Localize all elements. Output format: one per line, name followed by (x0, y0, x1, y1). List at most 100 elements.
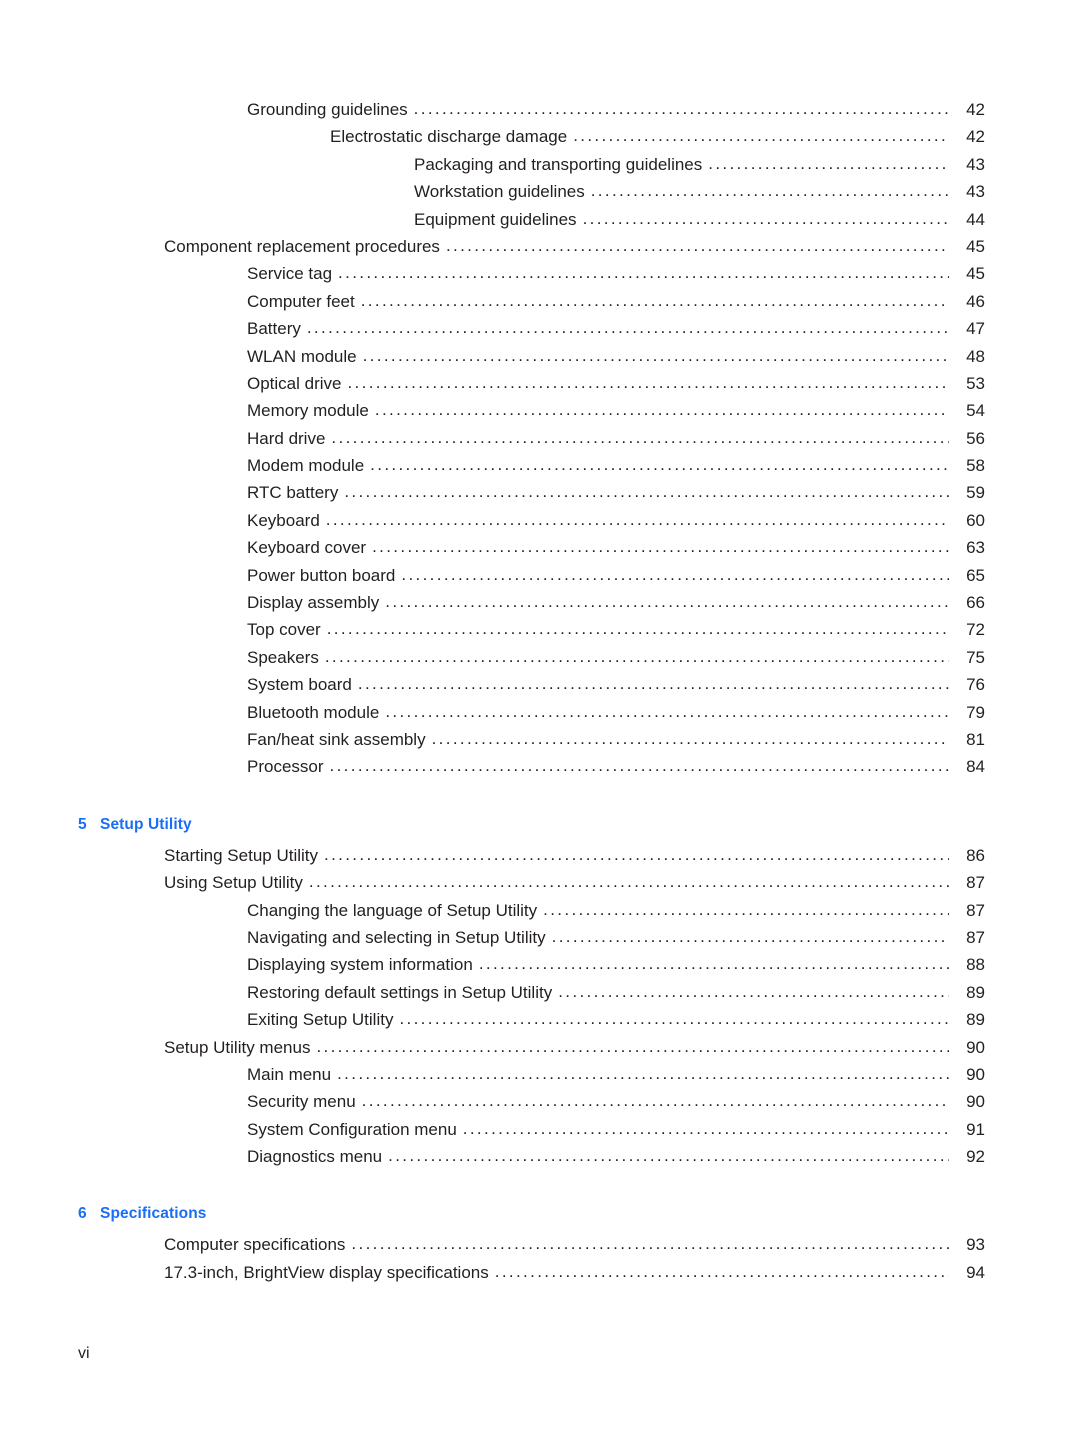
dot-leader: ........................................… (385, 592, 949, 612)
toc-entry[interactable]: Processor...............................… (0, 756, 1080, 784)
toc-entry-label: Equipment guidelines (414, 209, 577, 229)
toc-entry-label: Electrostatic discharge damage (330, 127, 568, 147)
toc-entry[interactable]: Diagnostics menu........................… (0, 1146, 1080, 1174)
toc-entry[interactable]: Bluetooth module........................… (0, 701, 1080, 730)
toc-entry[interactable]: Keyboard................................… (0, 509, 1080, 538)
toc-entry[interactable]: Navigating and selecting in Setup Utilit… (0, 927, 1080, 955)
dot-leader: ........................................… (431, 728, 949, 748)
toc-entry[interactable]: Modem module............................… (0, 455, 1080, 483)
dot-leader: ........................................… (338, 263, 949, 283)
toc-entry[interactable]: Power button board......................… (0, 565, 1080, 593)
toc-entry[interactable]: 17.3-inch, BrightView display specificat… (0, 1262, 1080, 1290)
toc-entry-label: Memory module (247, 401, 369, 421)
dot-leader: ........................................… (351, 1234, 949, 1254)
toc-entry-page-number: 84 (966, 757, 985, 777)
toc-entry-label: Processor (247, 757, 324, 777)
toc-entry-page-number: 48 (966, 346, 985, 366)
dot-leader: ........................................… (324, 646, 949, 666)
toc-entry[interactable]: Exiting Setup Utility...................… (0, 1009, 1080, 1037)
toc-entry[interactable]: Main menu...............................… (0, 1064, 1080, 1092)
dot-leader: ........................................… (590, 181, 949, 201)
toc-entry[interactable]: Memory module...........................… (0, 400, 1080, 428)
toc-entry-page-number: 92 (966, 1147, 985, 1167)
toc-entry[interactable]: Displaying system information...........… (0, 954, 1080, 982)
dot-leader: ........................................… (374, 400, 949, 420)
toc-entry-label: Changing the language of Setup Utility (247, 900, 538, 920)
toc-entry-label: Grounding guidelines (247, 100, 408, 119)
toc-entry-label: Power button board (247, 565, 396, 585)
dot-leader: ........................................… (326, 619, 949, 639)
toc-entry[interactable]: Electrostatic discharge damage..........… (0, 126, 1080, 154)
toc-entry-page-number: 43 (966, 182, 985, 202)
toc-entry-label: Workstation guidelines (414, 182, 585, 202)
toc-entry-page-number: 58 (966, 456, 985, 476)
toc-entry[interactable]: Grounding guidelines....................… (0, 99, 1080, 127)
toc-entry-page-number: 87 (966, 900, 985, 920)
toc-entry[interactable]: Speakers................................… (0, 646, 1080, 675)
dot-leader: ........................................… (478, 954, 949, 974)
toc-entry[interactable]: Battery.................................… (0, 318, 1080, 346)
dot-leader: ........................................… (361, 1091, 949, 1111)
toc-entry[interactable]: Top cover...............................… (0, 619, 1080, 647)
toc-entry[interactable]: Equipment guidelines....................… (0, 209, 1080, 237)
toc-entry[interactable]: Security menu...........................… (0, 1091, 1080, 1119)
chapter-heading[interactable]: 5 Setup Utility (0, 816, 1080, 844)
toc-entry-page-number: 63 (966, 538, 985, 558)
toc-page: Grounding guidelines....................… (0, 0, 1080, 1437)
toc-entry-label: WLAN module (247, 346, 357, 366)
dot-leader: ........................................… (372, 537, 949, 557)
toc-entry-page-number: 42 (966, 127, 985, 147)
toc-entry-page-number: 93 (966, 1235, 985, 1255)
toc-entry-label: Optical drive (247, 373, 342, 393)
toc-entry-label: Fan/heat sink assembly (247, 729, 426, 749)
toc-entry-label: Top cover (247, 620, 321, 640)
toc-entry[interactable]: Using Setup Utility.....................… (0, 872, 1080, 900)
toc-entry[interactable]: Computer specifications.................… (0, 1234, 1080, 1262)
toc-entry-label: Security menu (247, 1092, 356, 1112)
toc-entry[interactable]: System board............................… (0, 674, 1080, 702)
chapter-heading[interactable]: 6 Specifications (0, 1205, 1080, 1233)
toc-entry-page-number: 90 (966, 1064, 985, 1084)
dot-leader: ........................................… (357, 674, 949, 694)
toc-entry-label: Hard drive (247, 428, 326, 448)
toc-entry[interactable]: System Configuration menu...............… (0, 1119, 1080, 1147)
dot-leader: ........................................… (385, 701, 949, 721)
dot-leader: ........................................… (558, 981, 949, 1001)
toc-entry-label: Service tag (247, 264, 333, 284)
toc-entry[interactable]: Optical drive...........................… (0, 373, 1080, 401)
dot-leader: ........................................… (413, 99, 949, 118)
toc-entry[interactable]: Display assembly........................… (0, 592, 1080, 620)
toc-entry[interactable]: Workstation guidelines..................… (0, 181, 1080, 209)
toc-entry-page-number: 76 (966, 675, 985, 695)
toc-entry-label: Packaging and transporting guidelines (414, 154, 703, 174)
toc-entry[interactable]: Service tag.............................… (0, 263, 1080, 291)
toc-entry[interactable]: Fan/heat sink assembly..................… (0, 728, 1080, 757)
toc-entry[interactable]: Packaging and transporting guidelines...… (0, 154, 1080, 182)
dot-leader: ........................................… (325, 509, 949, 529)
toc-entry[interactable]: Keyboard cover..........................… (0, 537, 1080, 565)
toc-entry-page-number: 43 (966, 154, 985, 174)
toc-entry[interactable]: Restoring default settings in Setup Util… (0, 981, 1080, 1010)
toc-entry-page-number: 72 (966, 620, 985, 640)
toc-entry[interactable]: Changing the language of Setup Utility..… (0, 900, 1080, 928)
toc-entry[interactable]: Starting Setup Utility..................… (0, 845, 1080, 873)
toc-entry[interactable]: RTC battery.............................… (0, 482, 1080, 510)
toc-entry-page-number: 56 (966, 428, 985, 448)
toc-entry-label: Starting Setup Utility (164, 845, 319, 865)
toc-entry-label: Restoring default settings in Setup Util… (247, 982, 553, 1002)
toc-entry-page-number: 91 (966, 1119, 985, 1139)
toc-entry[interactable]: Component replacement procedures........… (0, 236, 1080, 264)
dot-leader: ........................................… (331, 427, 949, 447)
dot-leader: ........................................… (344, 482, 949, 502)
toc-entry[interactable]: WLAN module.............................… (0, 346, 1080, 374)
page-folio: vi (78, 1345, 90, 1362)
toc-entry[interactable]: Hard drive..............................… (0, 427, 1080, 456)
chapter-title: Specifications (100, 1205, 207, 1223)
toc-entry[interactable]: Computer feet...........................… (0, 291, 1080, 319)
toc-entry-label: Battery (247, 319, 301, 339)
toc-entry-label: Modem module (247, 456, 365, 476)
toc-entry-page-number: 87 (966, 927, 985, 947)
toc-entry[interactable]: Setup Utility menus.....................… (0, 1037, 1080, 1065)
